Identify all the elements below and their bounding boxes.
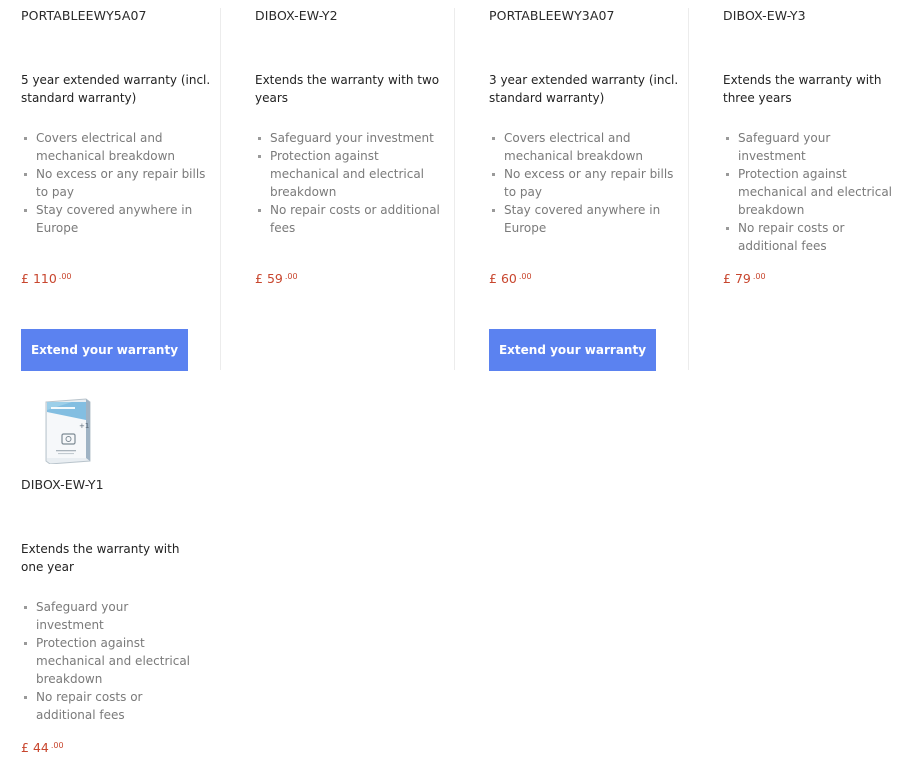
product-sku: DIBOX-EW-Y2 bbox=[255, 8, 338, 23]
feature-item: Covers electrical and mechanical breakdo… bbox=[489, 129, 674, 165]
feature-item: No repair costs or additional fees bbox=[723, 219, 901, 255]
product-sku: PORTABLEEWY5A07 bbox=[21, 8, 147, 23]
price-whole: 110 bbox=[32, 271, 57, 286]
feature-item: Protection against mechanical and electr… bbox=[723, 165, 901, 219]
price-whole: 44 bbox=[32, 740, 49, 755]
feature-item: Covers electrical and mechanical breakdo… bbox=[21, 129, 206, 165]
price-cents: .00 bbox=[58, 272, 72, 281]
currency-symbol: £ bbox=[21, 740, 29, 755]
product-price: £ 79.00 bbox=[723, 269, 766, 287]
feature-item: Safeguard your investment bbox=[723, 129, 901, 165]
price-whole: 60 bbox=[500, 271, 517, 286]
feature-item: No excess or any repair bills to pay bbox=[21, 165, 206, 201]
feature-item: No repair costs or additional fees bbox=[21, 688, 199, 724]
product-price: £ 60.00 bbox=[489, 269, 532, 287]
feature-list: Covers electrical and mechanical breakdo… bbox=[21, 129, 206, 237]
currency-symbol: £ bbox=[489, 271, 497, 286]
svg-text:+1: +1 bbox=[79, 422, 89, 430]
price-cents: .00 bbox=[284, 272, 298, 281]
feature-item: Protection against mechanical and electr… bbox=[255, 147, 440, 201]
feature-item: No repair costs or additional fees bbox=[255, 201, 440, 237]
currency-symbol: £ bbox=[723, 271, 731, 286]
feature-item: Stay covered anywhere in Europe bbox=[489, 201, 674, 237]
column-divider bbox=[220, 8, 221, 370]
feature-item: Stay covered anywhere in Europe bbox=[21, 201, 206, 237]
price-whole: 59 bbox=[266, 271, 283, 286]
product-description: Extends the warranty with two years bbox=[255, 73, 440, 105]
feature-item: No excess or any repair bills to pay bbox=[489, 165, 674, 201]
product-price: £ 110.00 bbox=[21, 269, 72, 287]
product-description: Extends the warranty with one year bbox=[21, 542, 180, 574]
currency-symbol: £ bbox=[255, 271, 263, 286]
price-cents: .00 bbox=[518, 272, 532, 281]
extend-warranty-button[interactable]: Extend your warranty bbox=[21, 329, 188, 371]
product-sku: PORTABLEEWY3A07 bbox=[489, 8, 615, 23]
feature-list: Safeguard your investment Protection aga… bbox=[255, 129, 440, 237]
product-price: £ 59.00 bbox=[255, 269, 298, 287]
warranty-box-icon: +1 bbox=[45, 398, 91, 465]
product-description: 3 year extended warranty (incl. standard… bbox=[489, 73, 679, 105]
column-divider bbox=[688, 8, 689, 370]
feature-list: Safeguard your investment Protection aga… bbox=[21, 598, 199, 724]
product-price: £ 44.00 bbox=[21, 738, 64, 756]
feature-list: Safeguard your investment Protection aga… bbox=[723, 129, 901, 255]
product-sku: DIBOX-EW-Y3 bbox=[723, 8, 806, 23]
feature-item: Safeguard your investment bbox=[255, 129, 440, 147]
feature-list: Covers electrical and mechanical breakdo… bbox=[489, 129, 674, 237]
price-whole: 79 bbox=[734, 271, 751, 286]
product-description: Extends the warranty with three years bbox=[723, 73, 882, 105]
feature-item: Safeguard your investment bbox=[21, 598, 199, 634]
product-description: 5 year extended warranty (incl. standard… bbox=[21, 73, 211, 105]
warranty-box-image[interactable]: +1 bbox=[42, 398, 92, 465]
currency-symbol: £ bbox=[21, 271, 29, 286]
product-sku: DIBOX-EW-Y1 bbox=[21, 477, 104, 492]
extend-warranty-button[interactable]: Extend your warranty bbox=[489, 329, 656, 371]
price-cents: .00 bbox=[752, 272, 766, 281]
column-divider bbox=[454, 8, 455, 370]
feature-item: Protection against mechanical and electr… bbox=[21, 634, 199, 688]
price-cents: .00 bbox=[50, 741, 64, 750]
